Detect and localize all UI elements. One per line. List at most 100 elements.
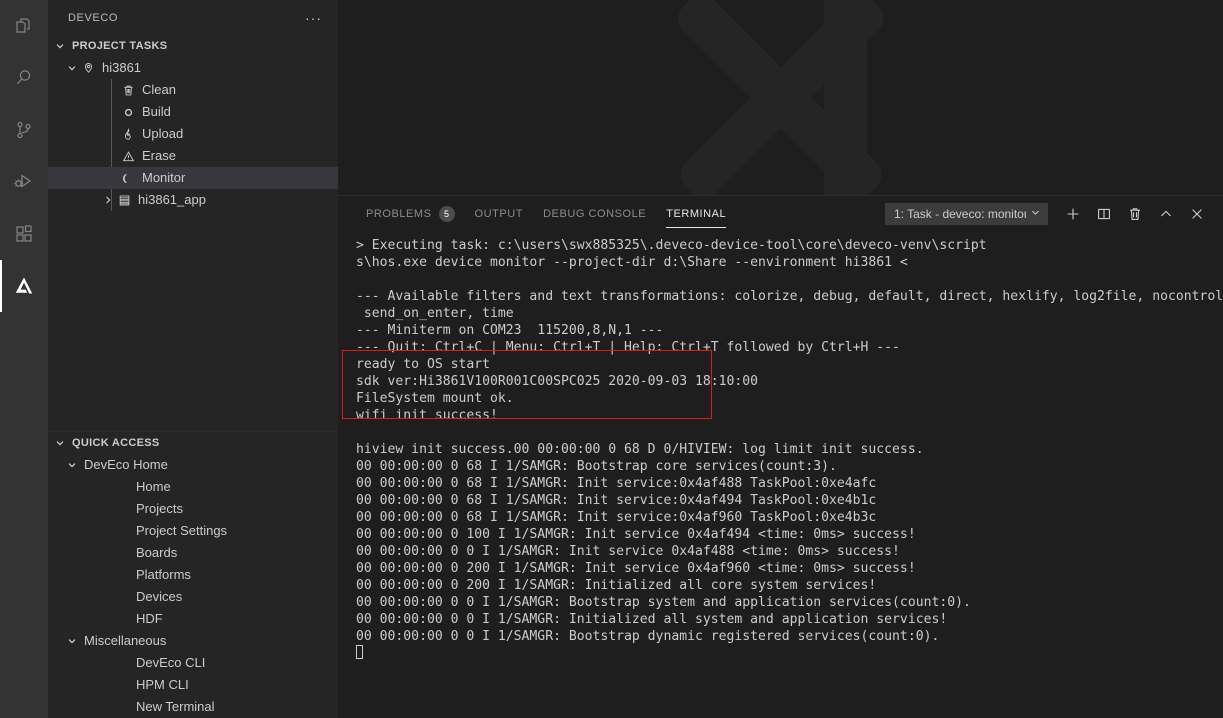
terminal-line: 00 00:00:00 0 200 I 1/SAMGR: Initialized… (356, 578, 877, 593)
chevron-down-icon (52, 38, 68, 54)
tree-item-label: hi3861 (102, 60, 142, 75)
task-label: Clean (142, 82, 176, 97)
group-deveco-home[interactable]: DevEco Home (48, 454, 338, 476)
section-project-tasks-label: PROJECT TASKS (72, 40, 168, 52)
sidebar-more-actions-icon[interactable]: ··· (301, 11, 326, 25)
quick-access-item[interactable]: New Terminal (48, 696, 338, 718)
terminal-line: 00 00:00:00 0 68 I 1/SAMGR: Init service… (356, 476, 877, 491)
item-label: Projects (136, 501, 183, 516)
section-quick-access-header[interactable]: QUICK ACCESS (48, 432, 338, 454)
item-label: HDF (136, 611, 163, 626)
group-miscellaneous[interactable]: Miscellaneous (48, 630, 338, 652)
task-item-clean[interactable]: Clean (48, 79, 338, 101)
terminal-line: 00 00:00:00 0 0 I 1/SAMGR: Initialized a… (356, 612, 948, 627)
quick-access-item[interactable]: HDF (48, 608, 338, 630)
source-control-icon[interactable] (0, 104, 48, 156)
terminal-line: 00 00:00:00 0 200 I 1/SAMGR: Init servic… (356, 561, 916, 576)
section-quick-access-label: QUICK ACCESS (72, 437, 160, 449)
terminal-line: 00 00:00:00 0 0 I 1/SAMGR: Bootstrap sys… (356, 595, 971, 610)
group-label: DevEco Home (84, 457, 168, 472)
tree-item-label: hi3861_app (138, 192, 206, 207)
panel-header: PROBLEMS 5 OUTPUT DEBUG CONSOLE TERMINAL… (338, 196, 1223, 231)
item-label: New Terminal (136, 699, 215, 714)
tab-label: TERMINAL (666, 207, 727, 220)
kill-terminal-button[interactable] (1121, 201, 1149, 227)
split-terminal-button[interactable] (1090, 201, 1118, 227)
tab-output[interactable]: OUTPUT (465, 196, 534, 231)
group-label: Miscellaneous (84, 633, 167, 648)
terminal-line: s\hos.exe device monitor --project-dir d… (356, 255, 908, 270)
item-label: HPM CLI (136, 677, 189, 692)
terminal-line: send_on_enter, time (356, 306, 514, 321)
terminal-cursor (356, 645, 363, 659)
explorer-icon[interactable] (0, 0, 48, 52)
task-label: Upload (142, 126, 184, 141)
terminal-line-highlighted: FileSystem mount ok. (356, 391, 514, 406)
quick-access-item[interactable]: Devices (48, 586, 338, 608)
quick-access-item[interactable]: Home (48, 476, 338, 498)
quick-access-item[interactable]: Boards (48, 542, 338, 564)
item-label: Devices (136, 589, 183, 604)
chevron-down-icon (64, 60, 80, 76)
extensions-icon[interactable] (0, 208, 48, 260)
terminal-cursor-line (356, 645, 1213, 662)
side-bar: DEVECO ··· PROJECT TASKS hi3861 Clean Bu… (48, 0, 338, 718)
chevron-right-icon (100, 192, 116, 208)
tab-label: DEBUG CONSOLE (543, 207, 647, 220)
project-tasks-tree: hi3861 Clean Build Upload Erase Monitor … (48, 57, 338, 211)
task-label: Build (142, 104, 171, 119)
terminal-line: 00 00:00:00 0 68 I 1/SAMGR: Init service… (356, 493, 877, 508)
flame-icon (120, 126, 136, 142)
quick-access-item[interactable]: HPM CLI (48, 674, 338, 696)
maximize-panel-button[interactable] (1152, 201, 1180, 227)
sidebar-title-bar: DEVECO ··· (48, 0, 338, 35)
run-debug-icon[interactable] (0, 156, 48, 208)
terminal-line: 00 00:00:00 0 100 I 1/SAMGR: Init servic… (356, 527, 916, 542)
tab-debug-console[interactable]: DEBUG CONSOLE (533, 196, 656, 231)
terminal-line: 00 00:00:00 0 68 I 1/SAMGR: Init service… (356, 510, 877, 525)
warning-triangle-icon (120, 148, 136, 164)
chevron-down-icon (64, 457, 80, 473)
tree-item-hi3861-app[interactable]: hi3861_app (48, 189, 338, 211)
sidebar-title: DEVECO (68, 11, 119, 24)
tab-label: PROBLEMS (366, 207, 432, 220)
close-panel-button[interactable] (1183, 201, 1211, 227)
task-item-monitor[interactable]: Monitor (48, 167, 338, 189)
task-item-build[interactable]: Build (48, 101, 338, 123)
tree-item-hi3861[interactable]: hi3861 (48, 57, 338, 79)
location-pin-icon (80, 60, 96, 76)
terminal-line-highlighted: sdk ver:Hi3861V100R001C00SPC025 2020-09-… (356, 374, 759, 389)
trash-icon (120, 82, 136, 98)
quick-access-section: QUICK ACCESS DevEco Home Home Projects P… (48, 431, 338, 718)
chevron-down-icon (64, 633, 80, 649)
terminal-line: 00 00:00:00 0 68 I 1/SAMGR: Bootstrap co… (356, 459, 837, 474)
task-item-upload[interactable]: Upload (48, 123, 338, 145)
deveco-icon[interactable] (0, 260, 48, 312)
terminal-output[interactable]: > Executing task: c:\users\swx885325\.de… (338, 231, 1223, 718)
quick-access-item[interactable]: Projects (48, 498, 338, 520)
terminal-selector-dropdown[interactable]: 1: Task - deveco: monitor (885, 202, 1048, 225)
tab-terminal[interactable]: TERMINAL (656, 196, 736, 231)
task-item-erase[interactable]: Erase (48, 145, 338, 167)
new-terminal-button[interactable] (1059, 201, 1087, 227)
tab-label: OUTPUT (474, 207, 524, 220)
section-project-tasks-header[interactable]: PROJECT TASKS (48, 35, 338, 57)
terminal-line: hiview init success.00 00:00:00 0 68 D 0… (356, 442, 924, 457)
editor-area (338, 0, 1223, 195)
search-icon[interactable] (0, 52, 48, 104)
server-rack-icon (116, 192, 132, 208)
terminal-line: 00 00:00:00 0 0 I 1/SAMGR: Bootstrap dyn… (356, 629, 940, 644)
panel-actions: 1: Task - deveco: monitor (885, 201, 1211, 227)
panel-tab-list: PROBLEMS 5 OUTPUT DEBUG CONSOLE TERMINAL (356, 196, 736, 231)
quick-access-item[interactable]: DevEco CLI (48, 652, 338, 674)
terminal-line: > Executing task: c:\users\swx885325\.de… (356, 238, 987, 253)
task-label: Monitor (142, 170, 186, 185)
terminal-line: --- Miniterm on COM23 115200,8,N,1 --- (356, 323, 664, 338)
terminal-line-highlighted: ready to OS start (356, 357, 491, 372)
quick-access-item[interactable]: Platforms (48, 564, 338, 586)
quick-access-item[interactable]: Project Settings (48, 520, 338, 542)
tab-problems[interactable]: PROBLEMS 5 (356, 196, 465, 231)
terminal-selector-value: 1: Task - deveco: monitor (894, 206, 1026, 221)
